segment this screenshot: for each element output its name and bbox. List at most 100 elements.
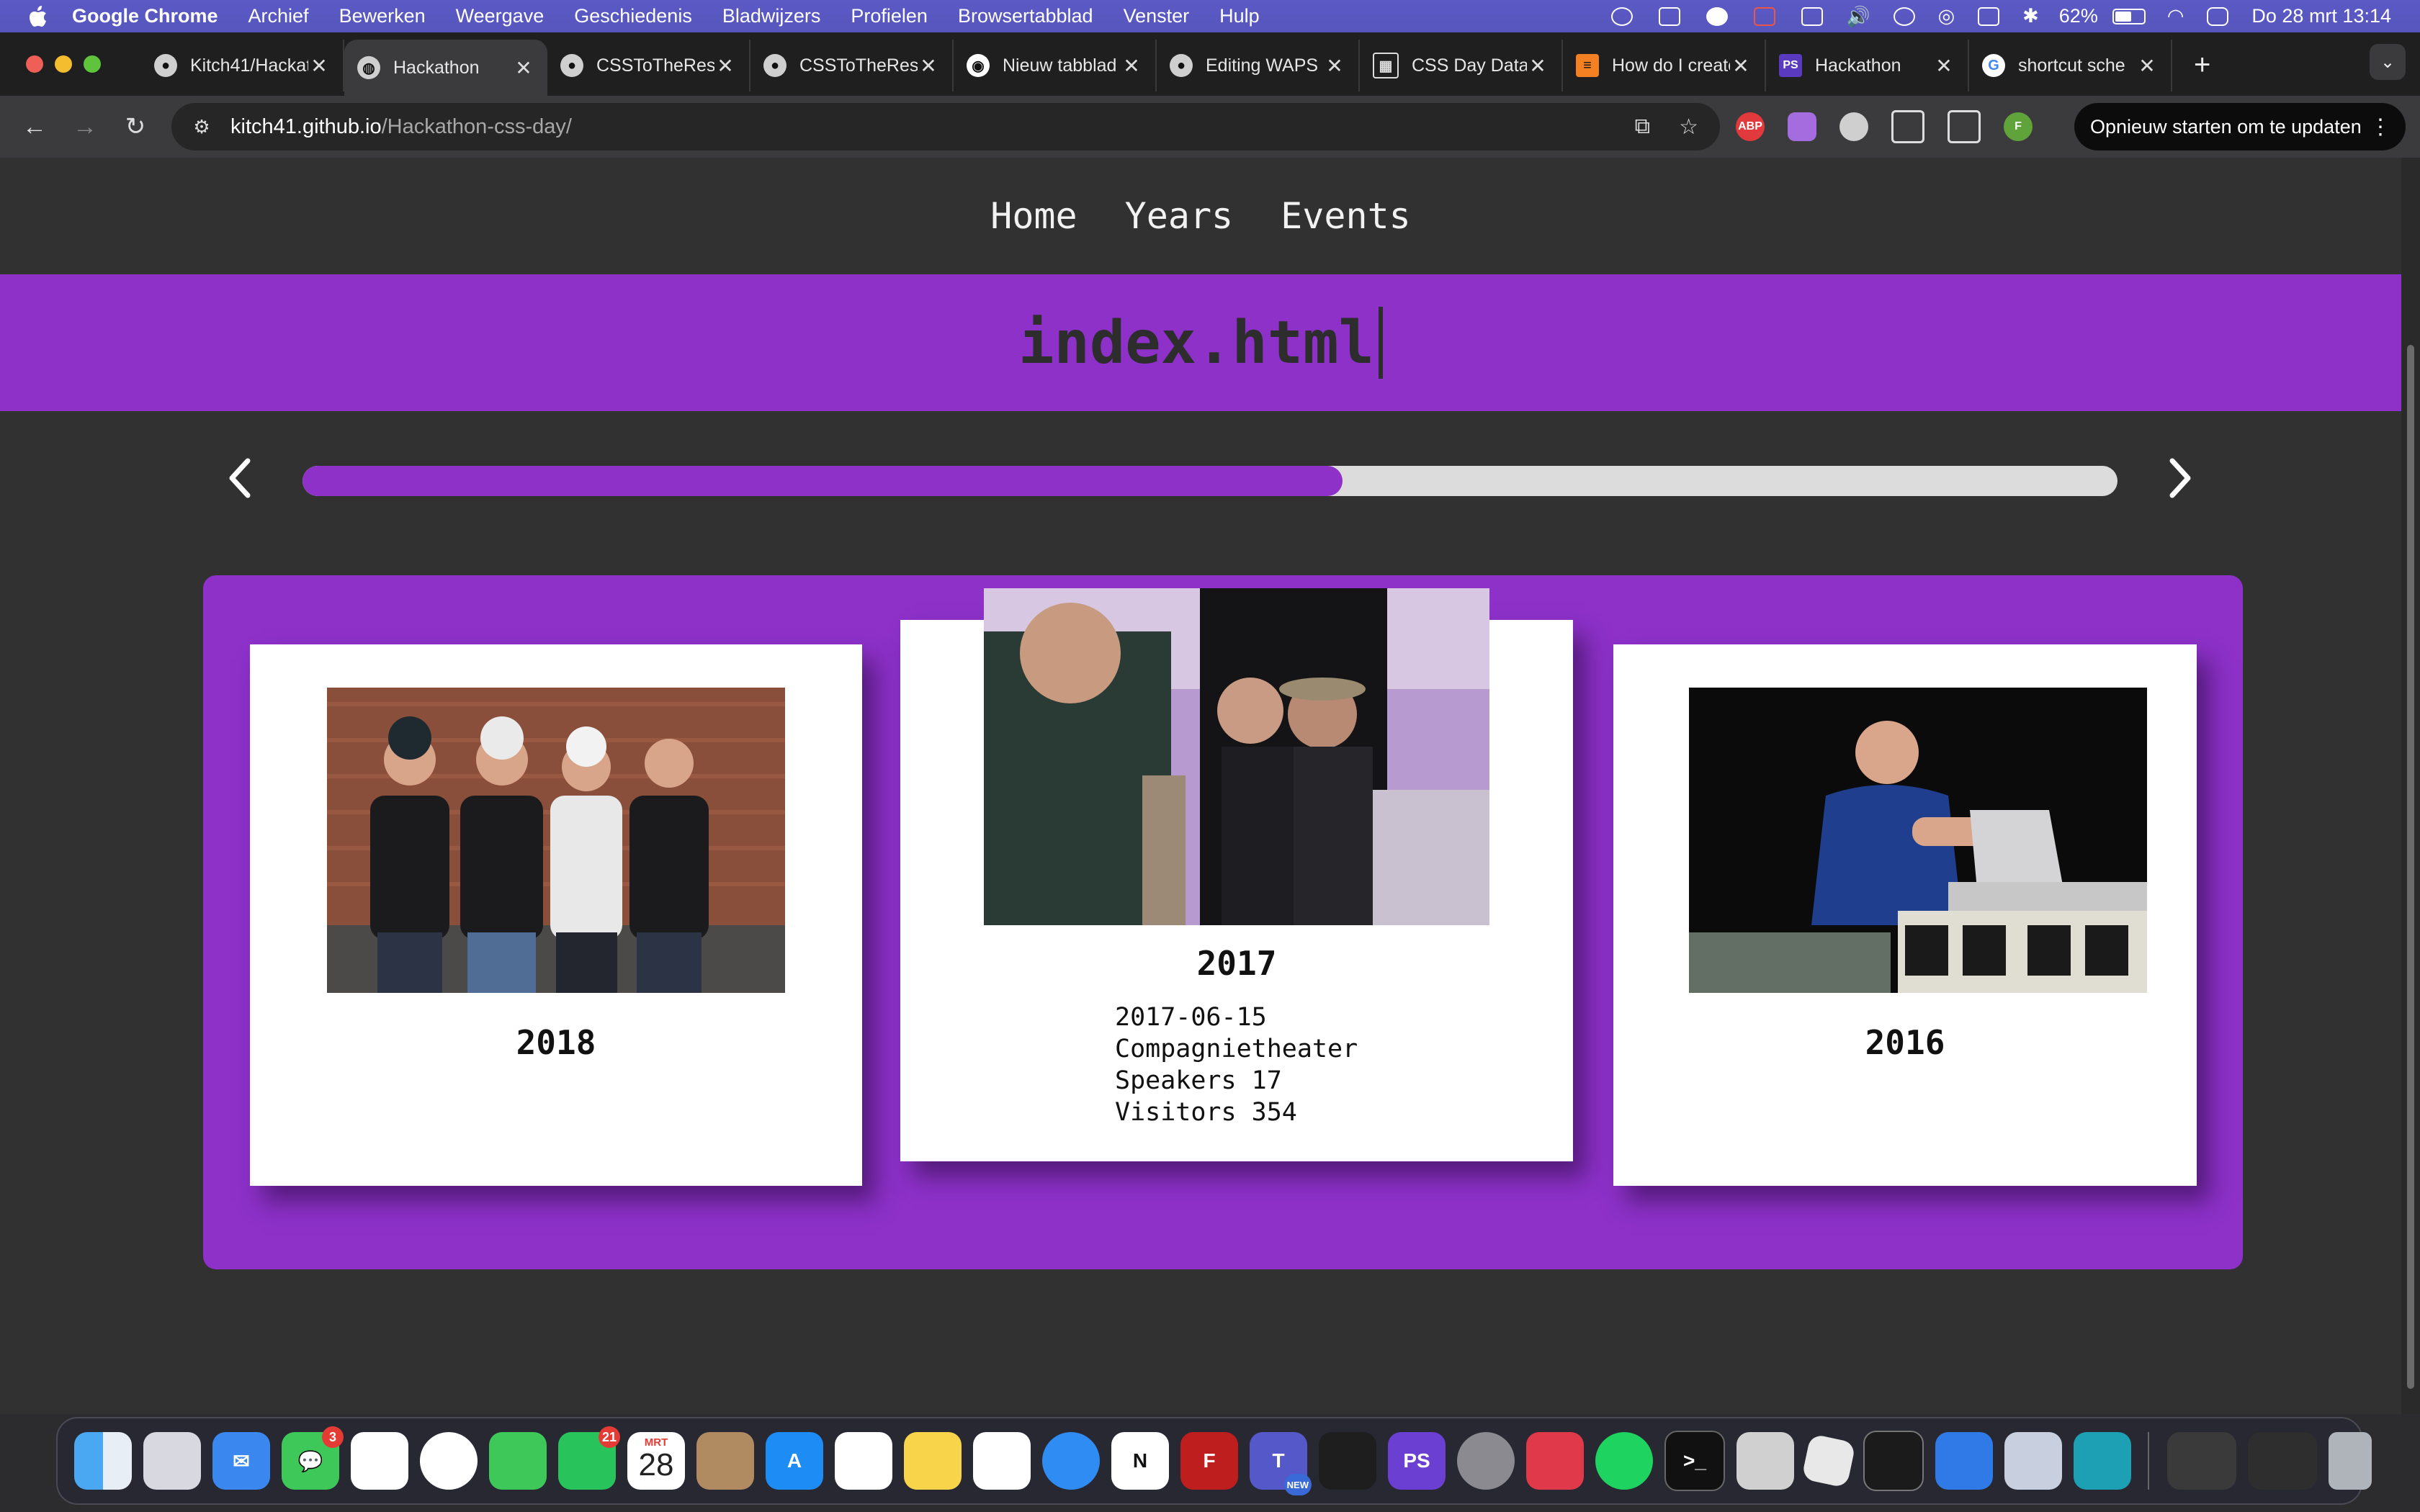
- chrome-icon[interactable]: [420, 1432, 478, 1490]
- notion-icon[interactable]: N: [1111, 1432, 1169, 1490]
- play-icon[interactable]: [1893, 6, 1915, 26]
- nav-home-link[interactable]: Home: [990, 195, 1077, 237]
- menu-bewerken[interactable]: Bewerken: [339, 5, 426, 27]
- adblock-icon[interactable]: ABP: [1736, 112, 1765, 141]
- tab-search-chevron-icon[interactable]: ⌄: [2370, 44, 2406, 80]
- notes-icon[interactable]: [904, 1432, 962, 1490]
- scrollbar-thumb[interactable]: [2407, 345, 2414, 1389]
- close-tab-icon[interactable]: ✕: [918, 54, 939, 78]
- finder-icon[interactable]: [74, 1432, 132, 1490]
- battery-icon[interactable]: [2112, 8, 2146, 24]
- airdrop-icon[interactable]: ◎: [1938, 5, 1955, 27]
- extension-purple-icon[interactable]: [1788, 112, 1816, 141]
- figma-icon[interactable]: [1319, 1432, 1376, 1490]
- close-tab-icon[interactable]: ✕: [513, 56, 534, 80]
- zoom-window-button[interactable]: [84, 55, 101, 73]
- tab-csstotherescue-2[interactable]: ● CSSToTheRescue✕: [750, 40, 954, 91]
- menu-weergave[interactable]: Weergave: [456, 5, 544, 27]
- tab-hackathon-active[interactable]: ◍ Hackathon ✕: [344, 40, 547, 96]
- menu-clock[interactable]: Do 28 mrt 13:14: [2251, 5, 2391, 27]
- notion-status-icon[interactable]: [1658, 6, 1680, 26]
- messages-icon[interactable]: 💬 3: [282, 1426, 344, 1490]
- spotify-icon[interactable]: [1595, 1432, 1653, 1490]
- photos-icon[interactable]: [351, 1432, 408, 1490]
- safari-icon[interactable]: [1042, 1432, 1100, 1490]
- roblox-studio-icon[interactable]: [1935, 1432, 1993, 1490]
- terminal-icon[interactable]: >_: [1664, 1431, 1725, 1491]
- close-tab-icon[interactable]: ✕: [1730, 54, 1752, 78]
- tab-nieuw-tabblad[interactable]: ◉ Nieuw tabblad ✕: [954, 40, 1157, 91]
- close-window-button[interactable]: [26, 55, 43, 73]
- menu-profielen[interactable]: Profielen: [851, 5, 928, 27]
- close-tab-icon[interactable]: ✕: [308, 54, 330, 78]
- minimize-window-button[interactable]: [55, 55, 72, 73]
- teams-icon[interactable]: T NEW: [1250, 1432, 1312, 1495]
- control-center-icon[interactable]: [2207, 6, 2229, 26]
- close-tab-icon[interactable]: ✕: [2136, 54, 2158, 78]
- appstore-icon[interactable]: A: [766, 1432, 823, 1490]
- menu-hulp[interactable]: Hulp: [1219, 5, 1260, 27]
- installer-icon[interactable]: [2074, 1432, 2131, 1490]
- launchpad-icon[interactable]: [143, 1432, 201, 1490]
- activity-monitor-icon[interactable]: [1863, 1431, 1924, 1491]
- translate-icon[interactable]: ⧉: [1635, 114, 1650, 139]
- puzzle-icon[interactable]: [1891, 110, 1924, 143]
- menu-archief[interactable]: Archief: [248, 5, 309, 27]
- tab-css-day-data[interactable]: ▦ CSS Day Data ✕: [1360, 40, 1563, 91]
- tab-hackathon-phpstorm[interactable]: PS Hackathon ✕: [1766, 40, 1969, 91]
- phpstorm-icon[interactable]: PS: [1388, 1432, 1446, 1490]
- year-card-2018[interactable]: 2018: [250, 644, 862, 1186]
- calendar-icon[interactable]: MRT 28: [627, 1432, 685, 1490]
- preview-icon[interactable]: [2004, 1432, 2062, 1490]
- reminders-icon[interactable]: [835, 1432, 892, 1490]
- status-icon-1[interactable]: [1610, 6, 1633, 26]
- wifi-icon[interactable]: ◠: [2167, 5, 2184, 27]
- menu-venster[interactable]: Venster: [1124, 5, 1190, 27]
- whatsapp-icon[interactable]: 21: [558, 1426, 620, 1490]
- tab-shortcut-sche[interactable]: Gshortcut sche ✕: [1969, 40, 2172, 91]
- menu-geschiedenis[interactable]: Geschiedenis: [574, 5, 692, 27]
- screenshot-icon[interactable]: [1736, 1432, 1794, 1490]
- tab-how-do-i-create[interactable]: ≡ How do I create ✕: [1563, 40, 1766, 91]
- year-card-2016[interactable]: 2016: [1613, 644, 2197, 1186]
- back-button[interactable]: ←: [19, 113, 50, 141]
- recent-window-icon[interactable]: [2167, 1432, 2236, 1490]
- menubar-extra-icon[interactable]: [1978, 6, 2000, 26]
- roblox-icon[interactable]: [1801, 1434, 1856, 1488]
- page-scrollbar[interactable]: [2401, 158, 2420, 1414]
- profile-avatar[interactable]: F: [2004, 112, 2033, 141]
- close-tab-icon[interactable]: ✕: [1933, 54, 1955, 78]
- close-tab-icon[interactable]: ✕: [714, 54, 736, 78]
- menu-browsertabblad[interactable]: Browsertabblad: [958, 5, 1093, 27]
- close-tab-icon[interactable]: ✕: [1121, 54, 1142, 78]
- forward-button[interactable]: →: [69, 113, 101, 141]
- bookmark-star-icon[interactable]: ☆: [1679, 114, 1698, 140]
- filezilla-icon[interactable]: F: [1180, 1432, 1238, 1490]
- site-info-icon[interactable]: ⚙: [187, 112, 216, 141]
- close-tab-icon[interactable]: ✕: [1324, 54, 1345, 78]
- more-menu-icon[interactable]: ⋮: [2370, 114, 2391, 140]
- tab-kitch41-hackathon[interactable]: ● Kitch41/Hackathon-css-day✕: [141, 40, 344, 91]
- gear-extension-icon[interactable]: [1839, 112, 1868, 141]
- apple-icon[interactable]: [27, 5, 49, 27]
- freeform-icon[interactable]: [973, 1432, 1031, 1490]
- menu-app-name[interactable]: Google Chrome: [72, 5, 218, 27]
- gear-status-icon[interactable]: [1706, 6, 1728, 26]
- address-bar[interactable]: ⚙ kitch41.github.io/Hackathon-css-day/ ⧉…: [171, 103, 1720, 150]
- recent-window-icon-2[interactable]: [2248, 1432, 2317, 1490]
- previous-arrow-button[interactable]: [210, 449, 268, 507]
- new-tab-button[interactable]: +: [2194, 49, 2210, 81]
- settings-icon[interactable]: [1457, 1432, 1515, 1490]
- next-arrow-button[interactable]: [2152, 449, 2210, 507]
- mail-icon[interactable]: ✉: [212, 1432, 270, 1490]
- tab-csstotherescue[interactable]: ● CSSToTheRescue✕: [547, 40, 750, 91]
- reload-button[interactable]: ↻: [120, 112, 151, 141]
- year-card-2017[interactable]: 2017 2017-06-15 Compagnietheater Speaker…: [900, 588, 1573, 1161]
- contacts-icon[interactable]: [696, 1432, 754, 1490]
- sidepanel-icon[interactable]: [1948, 110, 1981, 143]
- volume-icon[interactable]: 🔊: [1846, 5, 1870, 28]
- trash-icon[interactable]: [2329, 1432, 2372, 1490]
- tab-editing-waps[interactable]: ● Editing WAPS ✕: [1157, 40, 1360, 91]
- display-icon[interactable]: [1801, 6, 1823, 26]
- close-tab-icon[interactable]: ✕: [1527, 54, 1549, 78]
